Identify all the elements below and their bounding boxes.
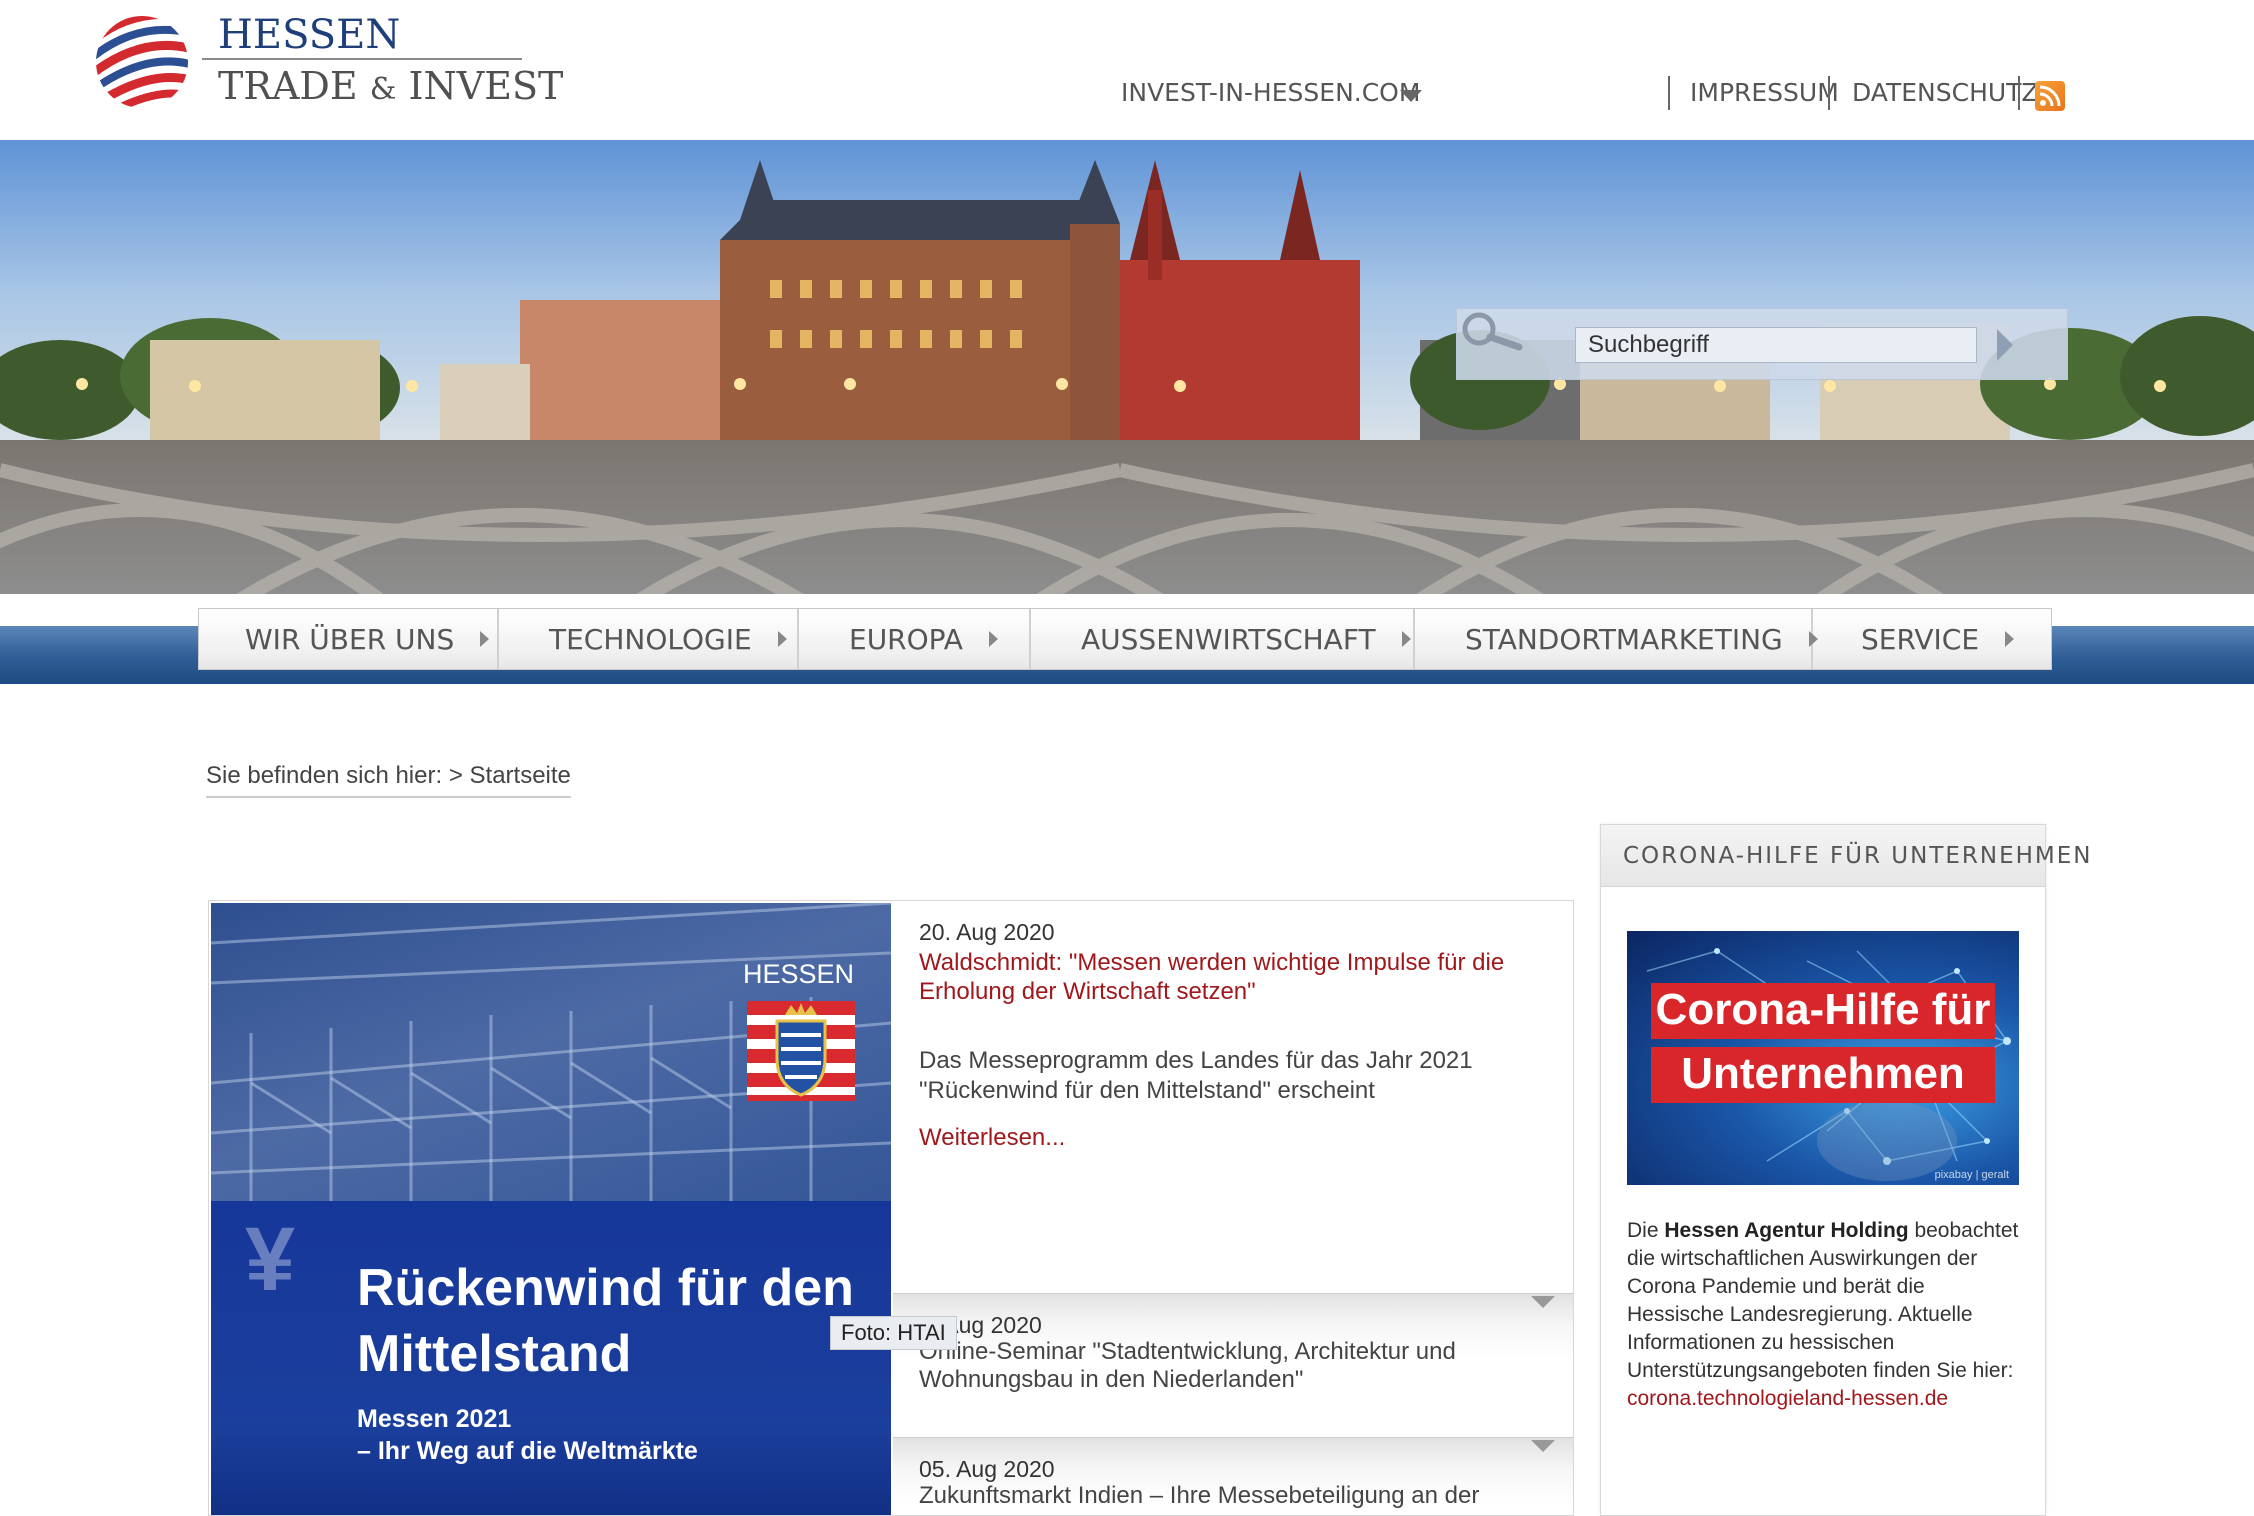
logo-word-invest: INVEST xyxy=(408,64,564,108)
chevron-down-icon xyxy=(1531,1440,1555,1452)
logo-ampersand: & xyxy=(369,72,397,107)
image-text-line-1: Corona-Hilfe für xyxy=(1651,983,1995,1039)
nav-item-label: SERVICE xyxy=(1861,622,1980,656)
search-box xyxy=(1456,308,2068,380)
nav-item-europa[interactable]: EUROPA xyxy=(799,609,1031,669)
photo-credit-label: Foto: HTAI xyxy=(830,1316,957,1350)
site-header: HESSEN TRADE & INVEST INVEST-IN-HESSEN.C… xyxy=(0,0,2254,140)
news-title-link[interactable]: Waldschmidt: "Messen werden wichtige Imp… xyxy=(919,948,1549,1006)
news-date: 20. Aug 2020 xyxy=(919,919,1055,945)
logo-line-trade-invest: TRADE & INVEST xyxy=(218,64,563,108)
nav-item-wir-ueber-uns[interactable]: WIR ÜBER UNS xyxy=(199,609,499,669)
logo-divider xyxy=(202,58,522,60)
sidebar-text-bold: Hessen Agentur Holding xyxy=(1664,1219,1909,1242)
top-nav-divider xyxy=(1668,76,1670,110)
top-nav-divider xyxy=(1828,76,1830,110)
sidebar-body-text: Die Hessen Agentur Holding beobachtet di… xyxy=(1627,1217,2023,1413)
sidebar-text-body: beobachtet die wirtschaftlichen Auswirku… xyxy=(1627,1219,2019,1382)
chevron-right-icon xyxy=(480,631,490,647)
chevron-right-icon xyxy=(1401,631,1411,647)
main-navigation: WIR ÜBER UNS TECHNOLOGIE EUROPA AUSSENWI… xyxy=(198,608,2052,670)
image-text-line-2: Unternehmen xyxy=(1651,1047,1995,1103)
chevron-right-icon xyxy=(988,631,998,647)
chevron-right-icon xyxy=(2005,631,2015,647)
breadcrumb-separator: > xyxy=(448,762,463,789)
top-nav-divider xyxy=(2018,76,2020,110)
globe-swoosh-icon xyxy=(96,16,188,108)
nav-item-label: STANDORTMARKETING xyxy=(1465,622,1783,656)
featured-news-text: 20. Aug 2020 Waldschmidt: "Messen werden… xyxy=(919,919,1549,1152)
nav-item-service[interactable]: SERVICE xyxy=(1813,609,2051,669)
read-more-link[interactable]: Weiterlesen... xyxy=(919,1124,1549,1152)
hero-banner-panorama xyxy=(0,140,2254,594)
news-list-item[interactable]: ... Aug 2020 Online-Seminar "Stadtentwic… xyxy=(893,1293,1573,1437)
corona-hilfe-link[interactable]: corona.technologieland-hessen.de xyxy=(1627,1387,1948,1410)
image-decorative-symbol: ¥ xyxy=(245,1210,296,1310)
image-subline: Messen 2021 – Ihr Weg auf die Weltmärkte xyxy=(357,1403,877,1467)
logo-line-hessen: HESSEN xyxy=(218,12,401,58)
nav-item-technologie[interactable]: TECHNOLOGIE xyxy=(499,609,799,669)
news-teaser: Das Messeprogramm des Landes für das Jah… xyxy=(919,1047,1473,1104)
hessen-trade-invest-logo[interactable]: HESSEN TRADE & INVEST xyxy=(92,6,563,116)
nav-item-label: TECHNOLOGIE xyxy=(549,622,752,656)
nav-item-standortmarketing[interactable]: STANDORTMARKETING xyxy=(1415,609,1818,669)
chevron-down-icon[interactable] xyxy=(1400,90,1422,102)
chevron-right-icon xyxy=(777,631,787,647)
news-list-item[interactable]: 05. Aug 2020 Zukunftsmarkt Indien – Ihre… xyxy=(893,1437,1573,1515)
search-icon xyxy=(1462,312,1523,351)
news-title: Zukunftsmarkt Indien – Ihre Messebeteili… xyxy=(919,1482,1480,1509)
search-input[interactable] xyxy=(1575,327,1977,363)
news-title: Online-Seminar "Stadtentwicklung, Archit… xyxy=(919,1338,1456,1393)
sidebar-corona-box: CORONA-HILFE FÜR UNTERNEHMEN Corona-Hilf… xyxy=(1600,824,2091,1516)
rss-icon[interactable] xyxy=(2035,81,2065,111)
nav-item-label: AUSSENWIRTSCHAFT xyxy=(1081,622,1376,656)
nav-item-aussenwirtschaft[interactable]: AUSSENWIRTSCHAFT xyxy=(1031,609,1415,669)
search-submit-arrow-icon[interactable] xyxy=(1997,329,2013,361)
image-subline-1: Messen 2021 xyxy=(357,1405,512,1433)
image-subline-2: – Ihr Weg auf die Weltmärkte xyxy=(357,1437,698,1465)
image-credit: pixabay | geralt xyxy=(1934,1169,2009,1181)
invest-in-hessen-link[interactable]: INVEST-IN-HESSEN.COM xyxy=(1121,78,1420,107)
datenschutz-link[interactable]: DATENSCHUTZ xyxy=(1852,78,2039,107)
breadcrumb-current[interactable]: Startseite xyxy=(470,762,571,789)
news-date: 05. Aug 2020 xyxy=(919,1456,1055,1482)
sidebar-header: CORONA-HILFE FÜR UNTERNEHMEN xyxy=(1601,825,2091,887)
breadcrumb: Sie befinden sich hier: > Startseite xyxy=(206,762,571,798)
image-brand-text: HESSEN xyxy=(743,959,855,989)
chevron-down-icon xyxy=(1531,1296,1555,1308)
hessen-crest-icon xyxy=(747,1001,855,1101)
news-teaser-box: HESSEN ¥ Rückenwind für den Mittelstand … xyxy=(208,900,1574,1516)
nav-item-label: EUROPA xyxy=(849,622,963,656)
featured-news-image[interactable]: HESSEN ¥ Rückenwind für den Mittelstand … xyxy=(211,903,891,1515)
nav-item-label: WIR ÜBER UNS xyxy=(245,622,455,656)
sidebar-text-intro: Die xyxy=(1627,1219,1659,1242)
impressum-link[interactable]: IMPRESSUM xyxy=(1690,78,1839,107)
corona-hilfe-teaser-image[interactable]: Corona-Hilfe für Unternehmen pixabay | g… xyxy=(1627,931,2019,1185)
sidebar-title: CORONA-HILFE FÜR UNTERNEHMEN xyxy=(1623,843,2093,869)
breadcrumb-prefix: Sie befinden sich hier: xyxy=(206,762,443,789)
logo-word-trade: TRADE xyxy=(218,64,358,108)
image-headline: Rückenwind für den Mittelstand xyxy=(357,1259,854,1383)
